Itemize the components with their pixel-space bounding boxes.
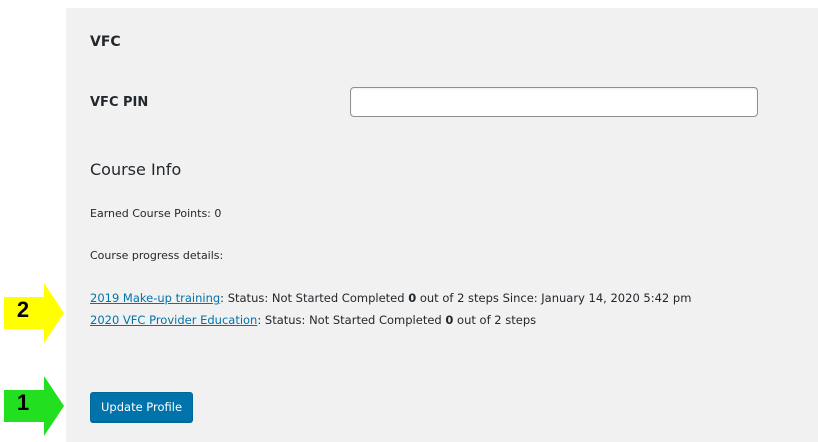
course-progress-item: 2020 VFC Provider Education: Status: Not… <box>90 313 536 327</box>
course-status-suffix: out of 2 steps Since: January 14, 2020 5… <box>416 291 692 305</box>
course-status-prefix: : Status: Not Started Completed <box>220 291 409 305</box>
earned-course-points: Earned Course Points: 0 <box>90 207 222 220</box>
profile-panel: VFC VFC PIN Course Info Earned Course Po… <box>66 8 818 442</box>
vfc-pin-label: VFC PIN <box>90 95 149 110</box>
annotation-arrow-1: 1 <box>0 376 64 436</box>
vfc-pin-input[interactable] <box>350 87 758 117</box>
course-status-prefix: : Status: Not Started Completed <box>257 313 446 327</box>
course-progress-item: 2019 Make-up training: Status: Not Start… <box>90 291 691 305</box>
page: VFC VFC PIN Course Info Earned Course Po… <box>0 0 818 442</box>
annotation-number: 1 <box>16 390 30 415</box>
course-link-2020-provider-education[interactable]: 2020 VFC Provider Education <box>90 313 257 327</box>
vfc-section-title: VFC <box>90 34 121 50</box>
course-completed-count: 0 <box>408 291 417 305</box>
annotation-number: 2 <box>16 297 30 322</box>
annotation-arrow-2: 2 <box>0 283 64 343</box>
course-info-title: Course Info <box>90 160 182 179</box>
update-profile-button[interactable]: Update Profile <box>90 392 194 422</box>
course-status-suffix: out of 2 steps <box>453 313 537 327</box>
course-link-2019-makeup[interactable]: 2019 Make-up training <box>90 291 220 305</box>
course-progress-label: Course progress details: <box>90 249 224 262</box>
